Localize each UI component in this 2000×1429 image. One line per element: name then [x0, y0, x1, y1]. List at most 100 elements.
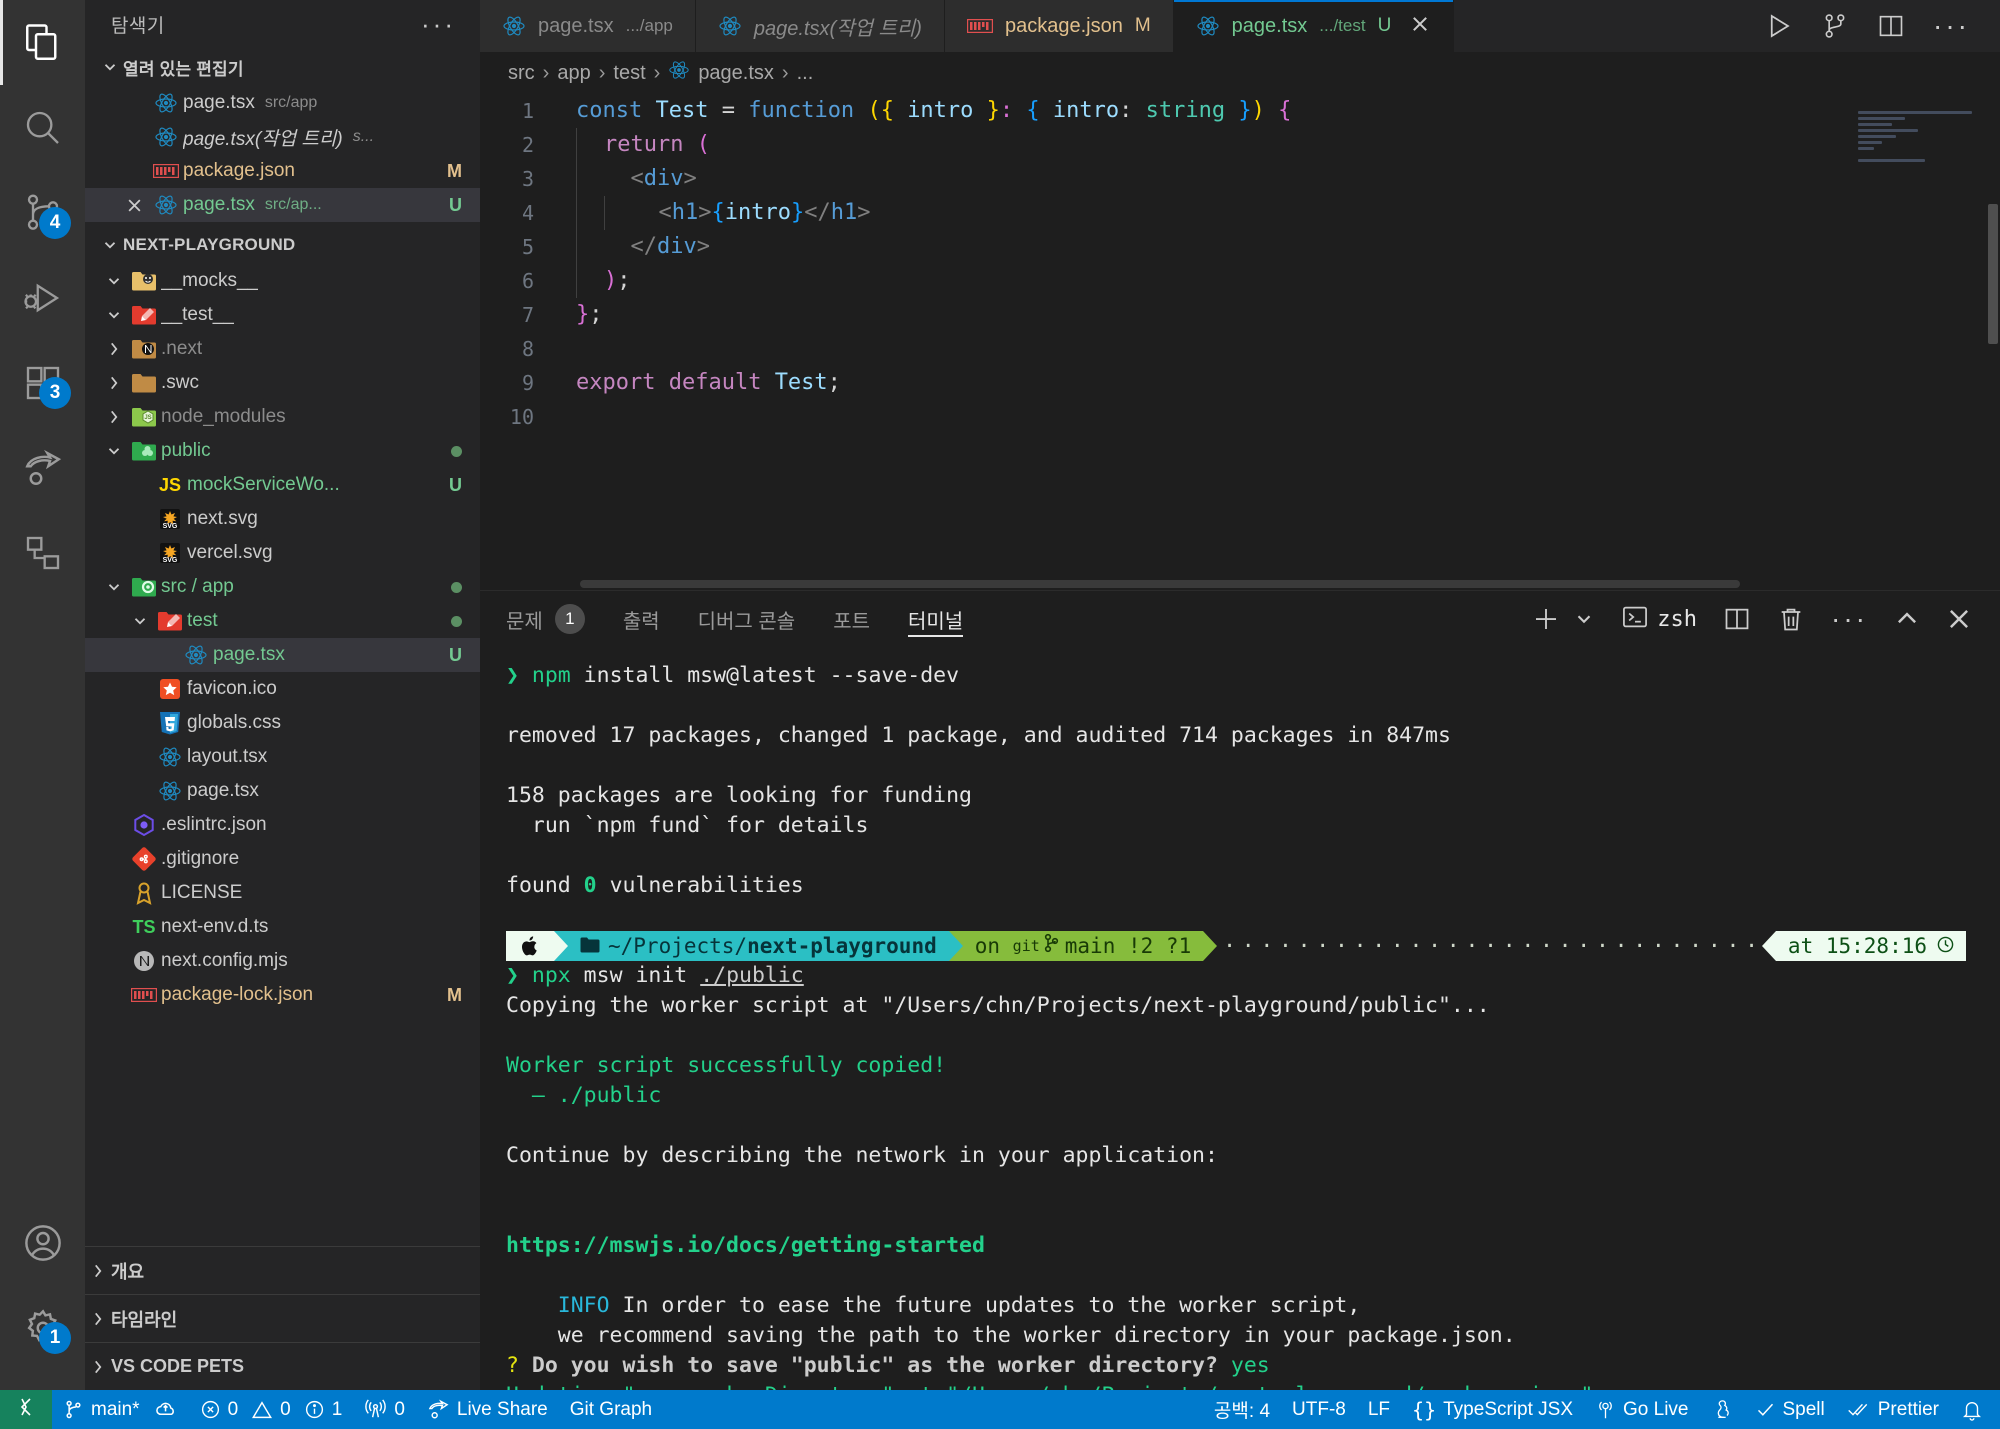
tree-file-item[interactable]: .gitignore — [85, 842, 480, 876]
sidebar-section-VS CODE PETS[interactable]: VS CODE PETS — [85, 1342, 480, 1390]
panel-tab-디버그 콘솔[interactable]: 디버그 콘솔 — [698, 591, 796, 647]
status-go-live[interactable]: Go Live — [1584, 1390, 1699, 1429]
open-editor-item[interactable]: page.tsx src/app — [85, 86, 480, 120]
editor-vertical-scrollbar[interactable] — [1986, 94, 2000, 590]
breadcrumb-item-src[interactable]: src — [508, 62, 535, 85]
terminal-output[interactable]: ❯ npm install msw@latest --save-dev remo… — [480, 647, 2000, 1390]
activity-item-manage[interactable]: 1 — [0, 1285, 85, 1370]
chevron-down-icon[interactable] — [101, 272, 127, 290]
breadcrumb-item-file[interactable]: page.tsx — [668, 59, 774, 87]
split-terminal-icon[interactable] — [1723, 605, 1751, 633]
tree-folder-item[interactable]: .swc — [85, 366, 480, 400]
editor-tab[interactable]: page.tsx(작업 트리) — [695, 0, 945, 52]
terminal-shell-selector[interactable]: zsh — [1621, 603, 1697, 636]
panel-tab-출력[interactable]: 출력 — [623, 591, 660, 647]
chevron-right-icon[interactable] — [85, 1358, 111, 1376]
play-icon[interactable] — [1763, 11, 1793, 41]
code-editor[interactable]: 1 const Test = function ({ intro }: { int… — [480, 94, 2000, 590]
tree-file-item[interactable]: TS next-env.d.ts — [85, 910, 480, 944]
section-workspace[interactable]: NEXT-PLAYGROUND — [85, 226, 480, 264]
ellipsis-icon[interactable]: ··· — [1831, 605, 1868, 633]
open-editor-item[interactable]: page.tsx src/ap... U — [85, 188, 480, 222]
tree-file-item[interactable]: JS mockServiceWo... U — [85, 468, 480, 502]
chevron-right-icon[interactable] — [85, 1310, 111, 1328]
tree-file-item[interactable]: SVG next.svg — [85, 502, 480, 536]
tree-folder-item[interactable]: __mocks__ — [85, 264, 480, 298]
tree-folder-item[interactable]: public — [85, 434, 480, 468]
activity-item-explorer[interactable] — [0, 0, 85, 85]
sidebar-section-타임라인[interactable]: 타임라인 — [85, 1294, 480, 1342]
tree-file-item[interactable]: next.config.mjs — [85, 944, 480, 978]
status-squirrel[interactable] — [1700, 1390, 1744, 1429]
editor-tab[interactable]: package.json M — [944, 0, 1174, 52]
activity-item-run-debug[interactable] — [0, 255, 85, 340]
sidebar-more-icon[interactable]: ··· — [421, 11, 456, 37]
open-editor-item[interactable]: page.tsx(작업 트리) s... — [85, 120, 480, 154]
chevron-right-icon[interactable] — [101, 408, 127, 426]
activity-item-remote-explorer[interactable] — [0, 510, 85, 595]
status-remote-button[interactable] — [0, 1390, 52, 1429]
chevron-down-icon[interactable] — [101, 578, 127, 596]
ellipsis-icon[interactable]: ··· — [1933, 12, 1970, 40]
activity-item-extensions[interactable]: 3 — [0, 340, 85, 425]
tree-file-item[interactable]: layout.tsx — [85, 740, 480, 774]
tree-folder-item[interactable]: src / app — [85, 570, 480, 604]
tree-file-item[interactable]: package-lock.json M — [85, 978, 480, 1012]
tree-folder-item[interactable]: test — [85, 604, 480, 638]
editor-tab[interactable]: page.tsx .../test U — [1173, 0, 1455, 52]
status-language-mode[interactable]: {} TypeScript JSX — [1401, 1390, 1584, 1429]
sync-cloud-icon[interactable] — [155, 1398, 178, 1421]
status-problems[interactable]: 0 0 1 — [189, 1390, 354, 1429]
trash-icon[interactable] — [1777, 605, 1805, 633]
chevron-down-icon[interactable] — [101, 306, 127, 324]
activity-item-accounts[interactable] — [0, 1200, 85, 1285]
activity-item-source-control[interactable]: 4 — [0, 170, 85, 255]
tree-folder-item[interactable]: JS node_modules — [85, 400, 480, 434]
activity-item-live-share[interactable] — [0, 425, 85, 510]
status-notifications[interactable] — [1950, 1390, 1994, 1429]
new-terminal-icon[interactable] — [1531, 604, 1561, 634]
activity-item-search[interactable] — [0, 85, 85, 170]
tree-folder-item[interactable]: __test__ — [85, 298, 480, 332]
breadcrumb-item-app[interactable]: app — [557, 62, 590, 85]
status-prettier[interactable]: Prettier — [1836, 1390, 1950, 1429]
tree-folder-item[interactable]: .next — [85, 332, 480, 366]
status-eol[interactable]: LF — [1357, 1390, 1401, 1429]
chevron-up-icon[interactable] — [1894, 606, 1920, 632]
status-indentation[interactable]: 공백: 4 — [1203, 1390, 1281, 1429]
tree-file-item[interactable]: page.tsx U — [85, 638, 480, 672]
tree-file-item[interactable]: .eslintrc.json — [85, 808, 480, 842]
chevron-down-icon[interactable] — [1573, 608, 1595, 630]
sidebar-section-개요[interactable]: 개요 — [85, 1246, 480, 1294]
breadcrumb-item-symbol[interactable]: ... — [797, 62, 814, 85]
editor-horizontal-scrollbar[interactable] — [580, 580, 1740, 588]
panel-tab-포트[interactable]: 포트 — [833, 591, 870, 647]
scrollbar-thumb[interactable] — [1988, 204, 1998, 344]
chevron-right-icon[interactable] — [101, 340, 127, 358]
minimap[interactable] — [1850, 94, 2000, 590]
tab-close-icon[interactable] — [1409, 13, 1431, 40]
tree-file-item[interactable]: SVG vercel.svg — [85, 536, 480, 570]
fork-icon[interactable] — [1821, 11, 1849, 41]
chevron-down-icon[interactable] — [101, 442, 127, 460]
panel-tab-터미널[interactable]: 터미널 — [908, 591, 964, 647]
panel-tab-문제[interactable]: 문제 1 — [506, 591, 585, 647]
status-spell[interactable]: Spell — [1744, 1390, 1836, 1429]
tree-file-item[interactable]: favicon.ico — [85, 672, 480, 706]
status-encoding[interactable]: UTF-8 — [1281, 1390, 1357, 1429]
status-branch[interactable]: main* — [52, 1390, 189, 1429]
split-icon[interactable] — [1877, 12, 1905, 40]
chevron-down-icon[interactable] — [127, 612, 153, 630]
close-icon[interactable] — [119, 196, 149, 215]
tree-file-item[interactable]: globals.css — [85, 706, 480, 740]
tree-file-item[interactable]: page.tsx — [85, 774, 480, 808]
breadcrumb-item-test[interactable]: test — [613, 62, 645, 85]
chevron-right-icon[interactable] — [101, 374, 127, 392]
status-radio-tower[interactable]: 0 — [353, 1390, 416, 1429]
chevron-right-icon[interactable] — [85, 1262, 111, 1280]
open-editor-item[interactable]: package.json M — [85, 154, 480, 188]
section-open-editors[interactable]: 열려 있는 편집기 — [85, 48, 480, 86]
editor-tab[interactable]: page.tsx .../app — [480, 0, 696, 52]
status-git-graph[interactable]: Git Graph — [559, 1390, 663, 1429]
close-icon[interactable] — [1946, 606, 1972, 632]
